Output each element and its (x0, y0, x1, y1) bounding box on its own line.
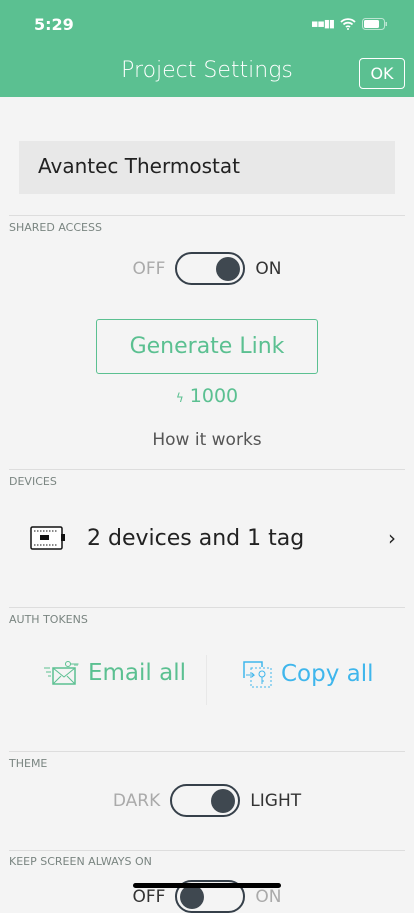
divider (9, 607, 405, 608)
generate-link-button[interactable]: Generate Link (96, 319, 318, 374)
section-theme: THEME (9, 757, 48, 770)
section-devices: DEVICES (9, 475, 57, 488)
project-name-input[interactable]: Avantec Thermostat (19, 141, 395, 194)
shared-access-toggle-row: OFF ON (0, 252, 414, 285)
how-it-works-link[interactable]: How it works (0, 430, 414, 450)
status-icons: ▪▪▮▮ (311, 17, 388, 30)
theme-toggle[interactable] (170, 784, 241, 817)
divider (9, 469, 405, 470)
divider (9, 215, 405, 216)
divider (9, 751, 405, 752)
off-label: OFF (132, 258, 166, 279)
divider (206, 655, 207, 705)
energy-value: 1000 (189, 385, 239, 407)
page-title: Project Settings (121, 58, 293, 83)
off-label: OFF (132, 886, 166, 907)
on-label: ON (255, 258, 282, 279)
theme-toggle-row: DARK LIGHT (0, 784, 414, 817)
battery-icon (362, 17, 387, 30)
divider (9, 850, 405, 851)
home-indicator[interactable] (133, 883, 281, 888)
energy-cost: ϟ 1000 (0, 385, 414, 407)
shared-access-toggle[interactable] (175, 252, 246, 285)
ok-button[interactable]: OK (359, 58, 405, 89)
section-keep-screen-on: KEEP SCREEN ALWAYS ON (9, 855, 152, 868)
copy-all-button[interactable]: Copy all (243, 660, 374, 688)
device-board-icon (30, 526, 65, 550)
status-time: 5:29 (34, 15, 74, 34)
dark-label: DARK (112, 790, 161, 811)
header: 5:29 ▪▪▮▮ Project Settings OK (0, 0, 414, 97)
signal-icon: ▪▪▮▮ (310, 17, 335, 30)
email-key-icon (44, 661, 79, 685)
bolt-icon: ϟ (175, 391, 184, 405)
copy-key-icon (243, 661, 272, 688)
on-label: ON (255, 886, 282, 907)
light-label: LIGHT (250, 790, 302, 811)
section-shared-access: SHARED ACCESS (9, 221, 102, 234)
devices-row[interactable]: 2 devices and 1 tag › (0, 512, 414, 564)
email-all-label: Email all (88, 660, 186, 686)
email-all-button[interactable]: Email all (44, 660, 186, 686)
wifi-icon (340, 17, 356, 30)
section-auth-tokens: AUTH TOKENS (9, 613, 88, 626)
copy-all-label: Copy all (281, 661, 374, 687)
devices-summary: 2 devices and 1 tag (87, 525, 305, 551)
chevron-right-icon: › (388, 526, 396, 550)
